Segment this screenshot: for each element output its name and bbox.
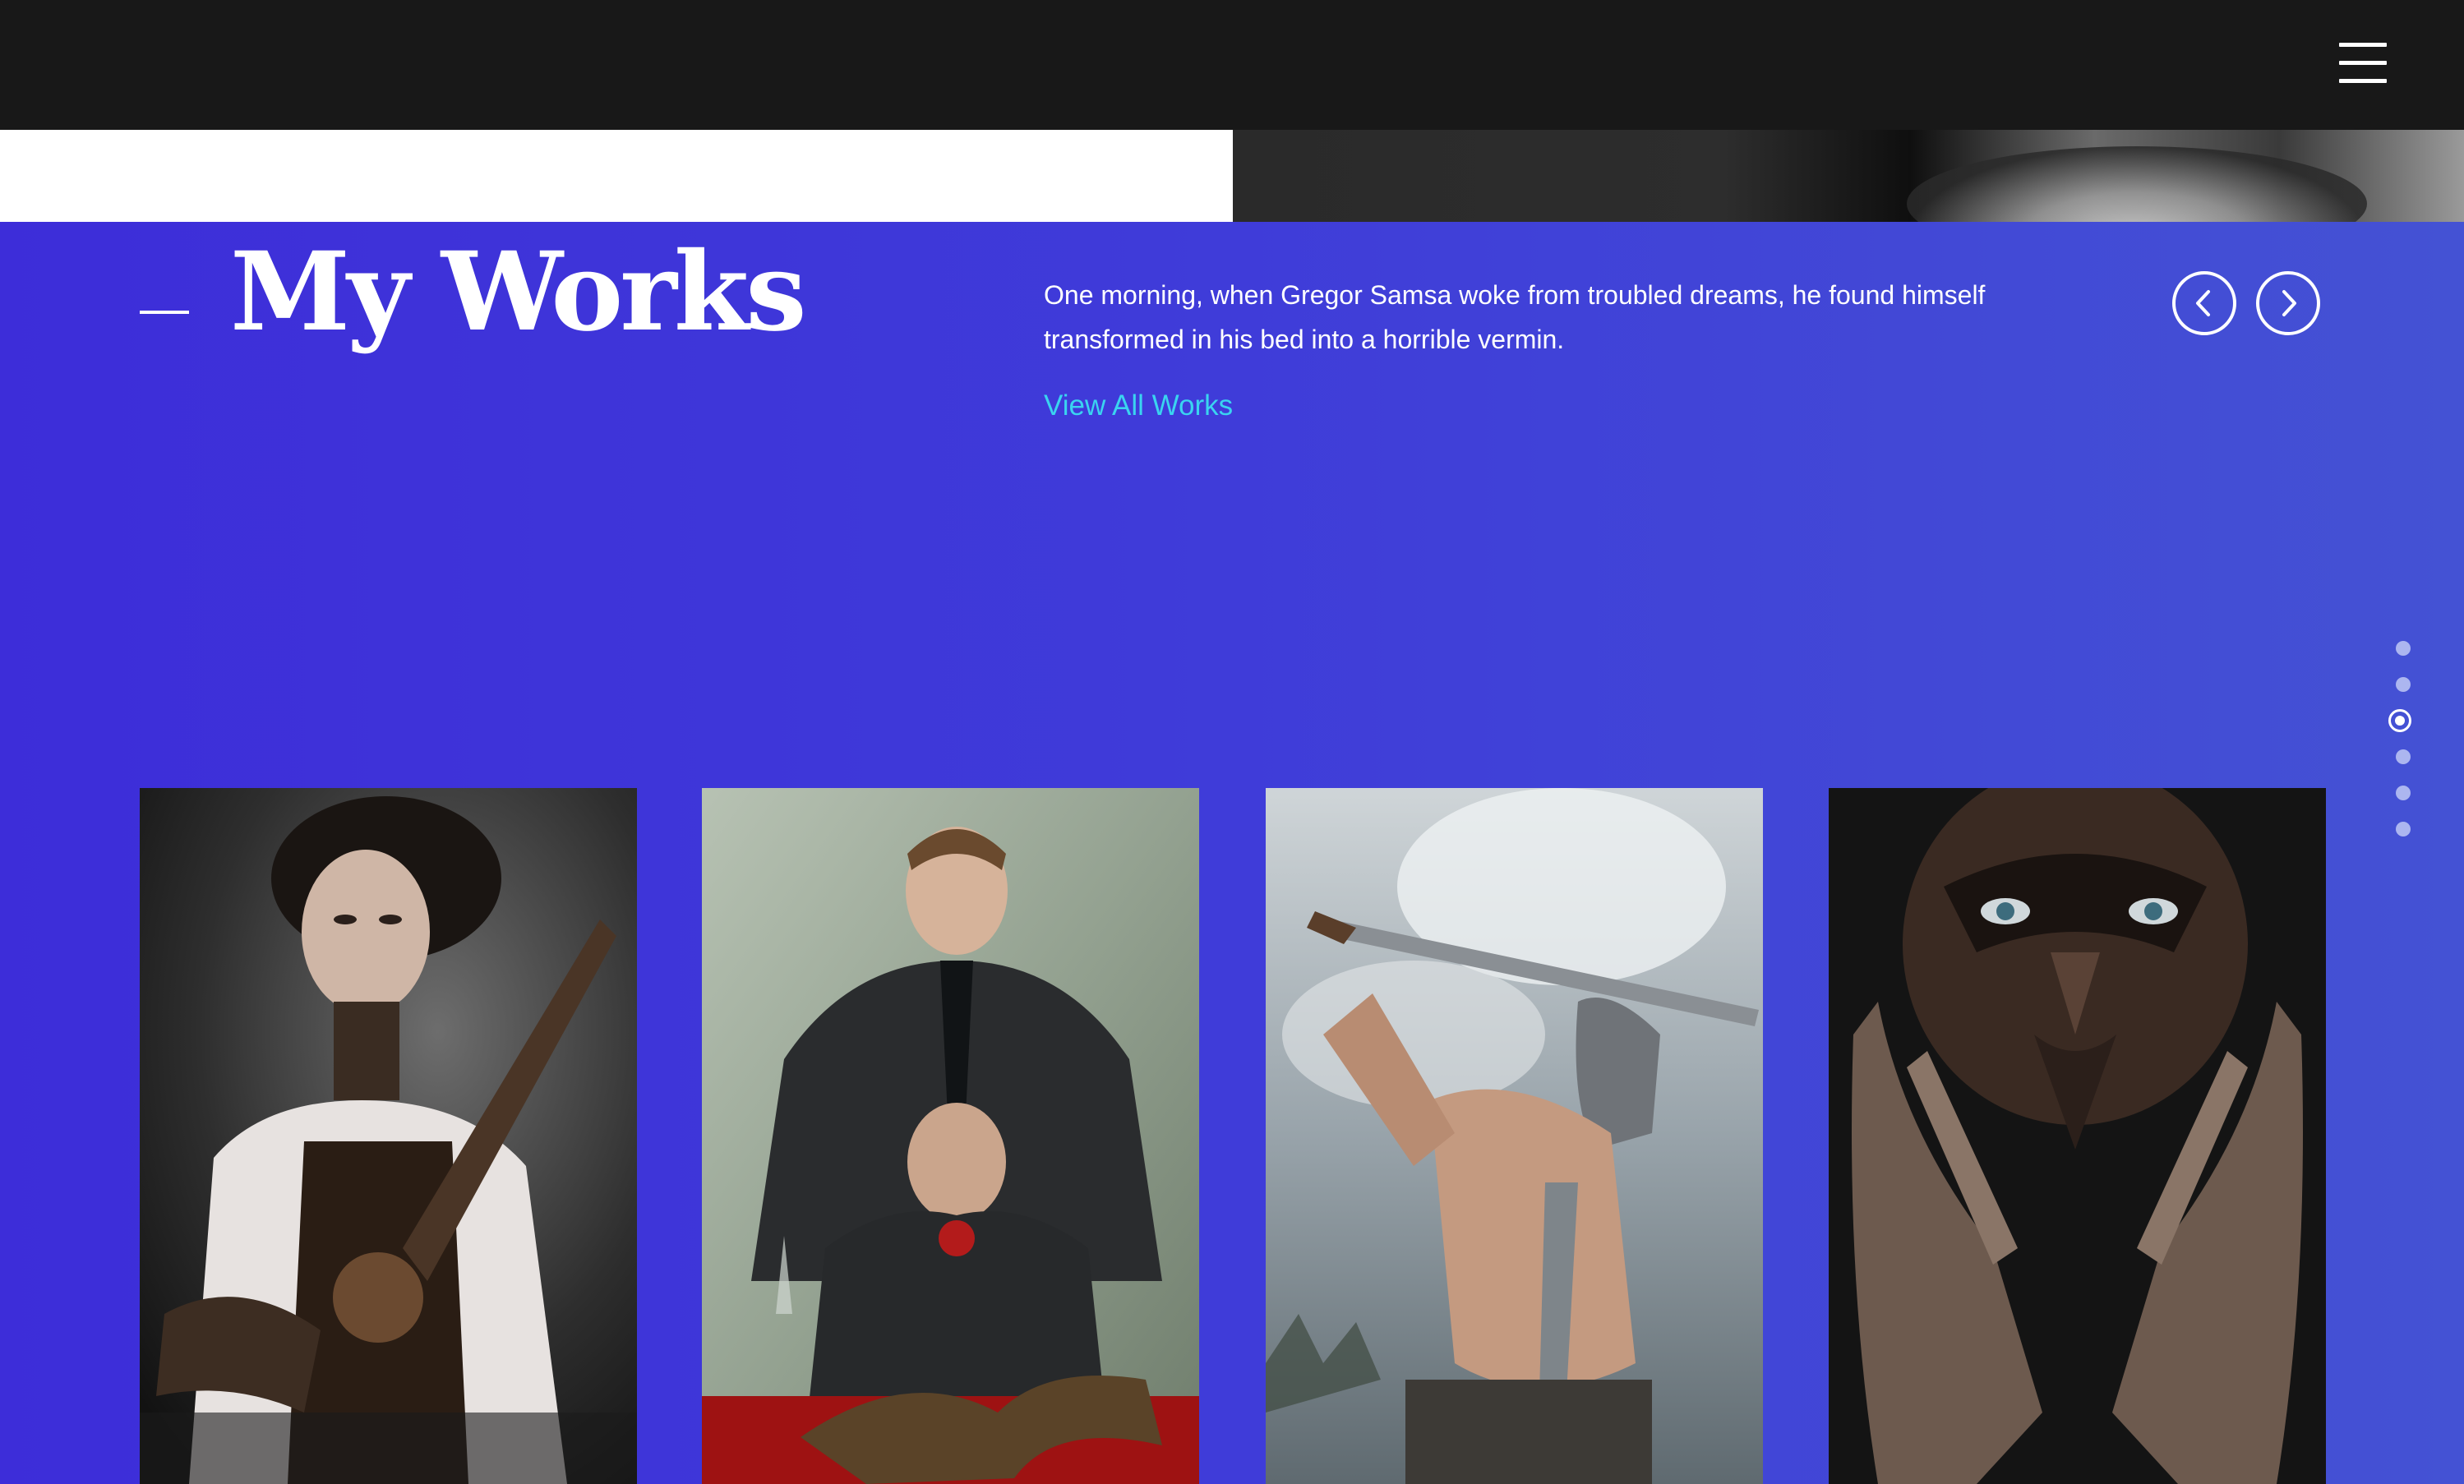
work-card-two-men[interactable] xyxy=(702,788,1199,1484)
chevron-left-icon xyxy=(2196,290,2210,316)
page-dot-active[interactable] xyxy=(2388,709,2411,732)
painted-face-image xyxy=(1829,788,2326,1484)
previous-section-strip xyxy=(0,130,2464,222)
page-dots-navigation xyxy=(2387,633,2420,846)
view-all-works-link[interactable]: View All Works xyxy=(1044,389,1233,422)
top-bar xyxy=(0,0,2464,130)
title-dash-decoration xyxy=(140,311,189,314)
page-dot[interactable] xyxy=(2396,822,2411,836)
page-dot[interactable] xyxy=(2396,786,2411,800)
previous-section-portrait-image xyxy=(1233,130,2464,222)
work-card-spartan-warrior[interactable] xyxy=(1266,788,1763,1484)
portrait-face-detail xyxy=(1907,146,2367,222)
menu-line xyxy=(2339,43,2387,47)
page-dot[interactable] xyxy=(2396,677,2411,692)
page-dot[interactable] xyxy=(2396,749,2411,764)
chevron-right-icon xyxy=(2282,290,2296,316)
next-slide-button[interactable] xyxy=(2256,271,2320,335)
section-description: One morning, when Gregor Samsa woke from… xyxy=(1044,280,1986,354)
spartan-warrior-image xyxy=(1266,788,1763,1484)
two-men-suits-image xyxy=(702,788,1199,1484)
steampunk-woman-image xyxy=(140,788,637,1484)
menu-line xyxy=(2339,79,2387,83)
page-dot[interactable] xyxy=(2396,641,2411,656)
menu-line xyxy=(2339,61,2387,65)
work-card-steampunk-woman[interactable] xyxy=(140,788,637,1484)
previous-section-white-panel xyxy=(0,130,1233,222)
section-title: My Works xyxy=(230,228,807,356)
work-card-painted-face[interactable] xyxy=(1829,788,2326,1484)
previous-slide-button[interactable] xyxy=(2172,271,2236,335)
hamburger-menu-icon[interactable] xyxy=(2339,43,2387,84)
